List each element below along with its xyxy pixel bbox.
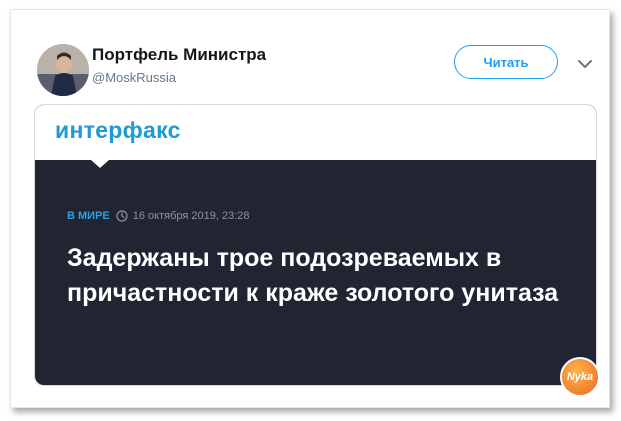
article-meta: В МИРЕ 16 октября 2019, 23:28 [67,210,250,222]
watermark-logo: Nyka [560,357,600,397]
author-name[interactable]: Портфель Министра [92,45,266,65]
header-notch [91,160,109,168]
interfax-logo: интерфакс [55,117,181,143]
article-date: 16 октября 2019, 23:28 [132,210,250,222]
card-header: интерфакс [35,105,596,160]
article-headline[interactable]: Задержаны трое подозреваемых в причастно… [67,241,567,311]
rubric-label[interactable]: В МИРЕ [67,210,110,222]
chevron-down-icon[interactable] [577,58,593,70]
follow-button[interactable]: Читать [454,45,558,79]
avatar-image [37,44,89,96]
tweet-frame: Портфель Министра @MoskRussia Читать инт… [10,9,610,408]
watermark-text: Nyka [566,371,594,383]
author-handle[interactable]: @MoskRussia [92,70,176,85]
avatar[interactable] [37,44,89,96]
clock-icon [116,210,128,222]
link-card[interactable]: интерфакс В МИРЕ 16 октября 2019, 23:28 … [34,104,597,386]
